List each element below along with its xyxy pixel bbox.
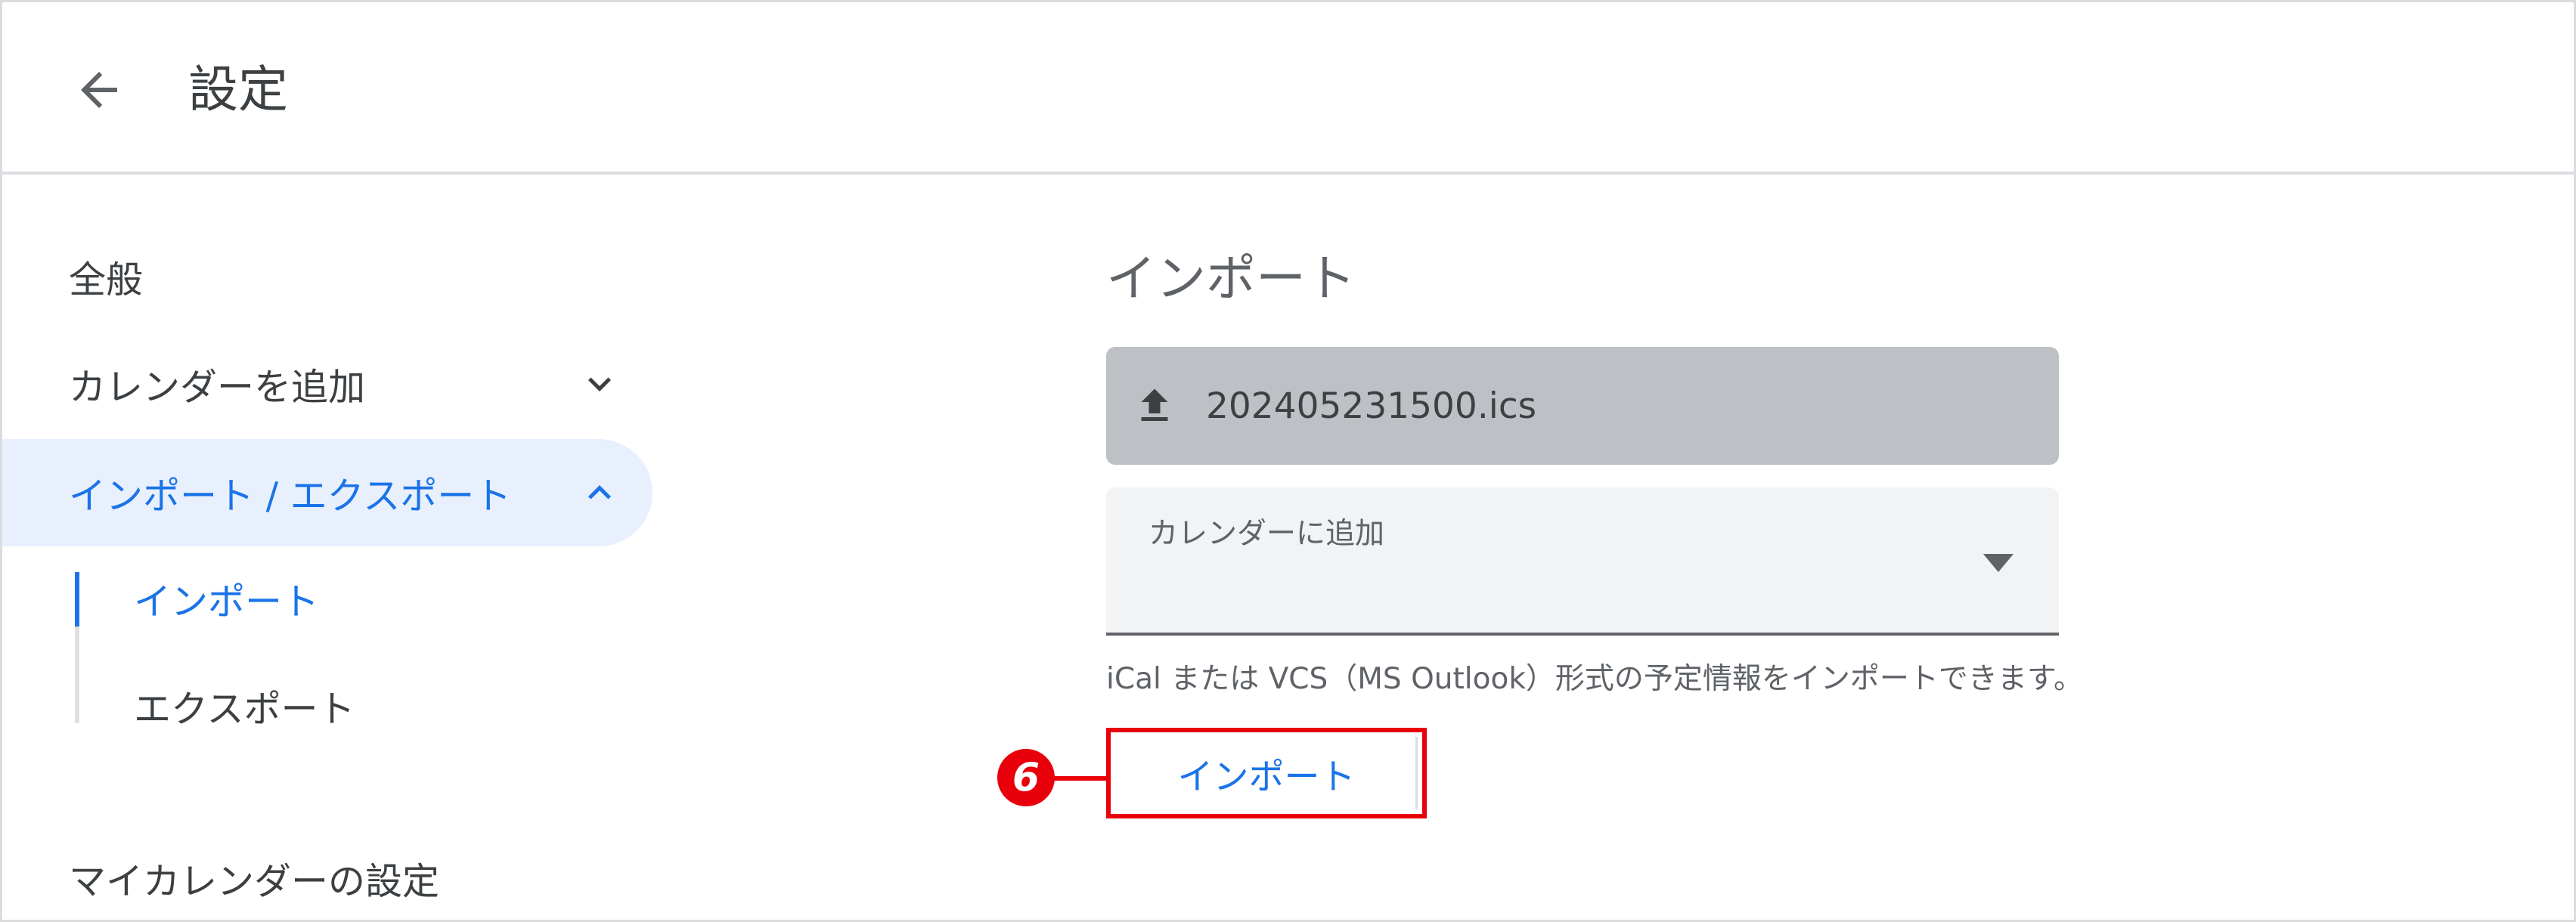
sidebar-item-label: インポート / エクスポート — [69, 474, 512, 518]
import-button[interactable]: インポート — [1106, 728, 1427, 818]
file-select-button[interactable]: 202405231500.ics — [1106, 347, 2059, 465]
sidebar-item-label: マイカレンダーの設定 — [69, 859, 440, 903]
sidebar-item-import-export[interactable]: インポート / エクスポート — [2, 439, 653, 546]
sidebar-item-add-calendar[interactable]: カレンダーを追加 — [2, 330, 653, 438]
import-button-label: インポート — [1177, 756, 1356, 798]
chevron-up-icon — [577, 470, 622, 515]
sidebar-item-my-calendar-settings[interactable]: マイカレンダーの設定 — [2, 825, 653, 920]
subnav-item-import[interactable]: インポート — [75, 545, 604, 652]
annotation-connector — [1053, 776, 1108, 781]
calendar-select-label: カレンダーに追加 — [1149, 517, 1385, 551]
upload-icon — [1141, 388, 1168, 421]
main-content: インポート 202405231500.ics カレンダーに追加 iCal または… — [1106, 178, 2543, 920]
chevron-down-icon — [577, 361, 622, 407]
button-edge — [1415, 737, 1418, 809]
page-title: 設定 — [188, 60, 288, 119]
subnav-item-label: エクスポート — [134, 687, 355, 731]
import-help-text: iCal または VCS（MS Outlook）形式の予定情報をインポートできま… — [1106, 662, 2084, 696]
subnav-item-label: インポート — [134, 580, 320, 623]
sidebar: 全般 カレンダーを追加 インポート / エクスポート インポート エクスポート … — [2, 178, 660, 920]
subnav-item-export[interactable]: エクスポート — [75, 652, 604, 760]
settings-window: 設定 全般 カレンダーを追加 インポート / エクスポート インポート エクスポ… — [0, 0, 2576, 922]
sidebar-item-label: カレンダーを追加 — [69, 365, 366, 409]
back-button[interactable] — [63, 54, 135, 126]
sidebar-item-general[interactable]: 全般 — [2, 223, 653, 330]
sidebar-item-label: 全般 — [69, 258, 144, 302]
header: 設定 — [2, 2, 2574, 175]
arrow-back-icon — [81, 72, 117, 108]
dropdown-arrow-icon — [1983, 554, 2013, 572]
selected-file-name: 202405231500.ics — [1206, 385, 1537, 427]
calendar-select[interactable]: カレンダーに追加 — [1106, 487, 2059, 636]
annotation-step-badge: 6 — [997, 749, 1055, 806]
section-title: インポート — [1106, 249, 1356, 308]
